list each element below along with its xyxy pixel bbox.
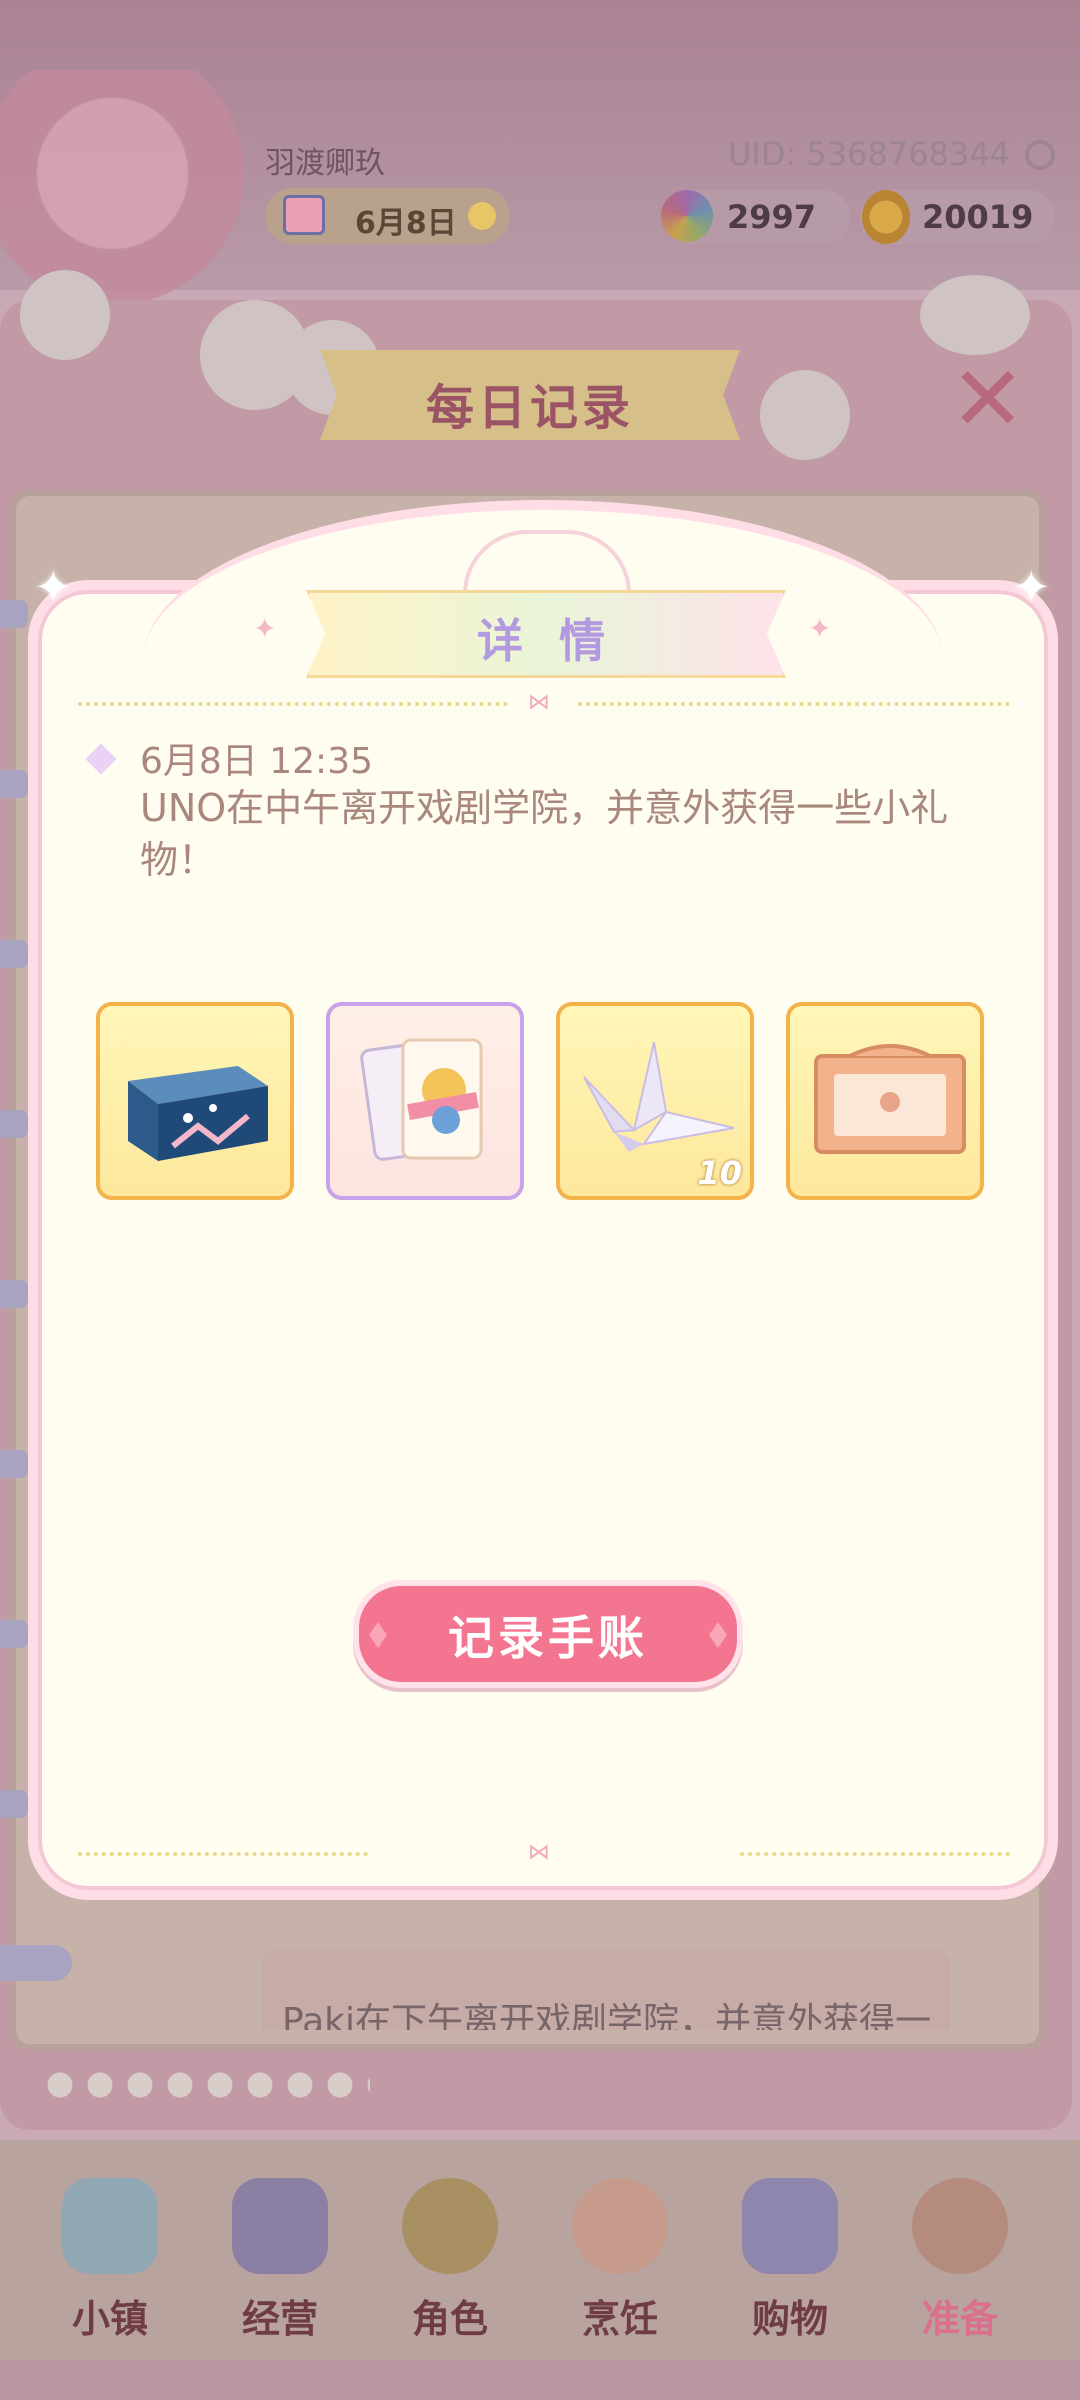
calendar-icon <box>283 195 325 235</box>
gem-counter[interactable]: 2997 <box>661 190 850 244</box>
date-text: 6月8日 <box>355 206 457 241</box>
divider <box>740 1852 1010 1856</box>
system-nav-bar <box>0 2360 1080 2400</box>
character-icon <box>402 2178 498 2274</box>
coin-icon <box>862 190 910 244</box>
nav-label: 烹饪 <box>581 2297 658 2341</box>
coin-counter[interactable]: 20019 <box>860 190 1055 244</box>
sparkle-icon: ✦ <box>34 560 73 614</box>
nav-label: 小镇 <box>71 2297 148 2341</box>
nav-item-cooking[interactable]: 烹饪 <box>540 2170 700 2370</box>
flower-decoration <box>760 370 850 460</box>
daily-record-title: 每日记录 <box>425 380 634 436</box>
record-journal-label: 记录手账 <box>448 1611 648 1665</box>
nav-item-character[interactable]: 角色 <box>370 2170 530 2370</box>
reward-item[interactable]: 10 <box>556 1002 754 1200</box>
bow-icon: ⋈ <box>528 690 550 715</box>
reward-item[interactable] <box>326 1002 524 1200</box>
book-tab <box>0 940 28 968</box>
nav-item-prepare[interactable]: 准备 <box>880 2170 1040 2370</box>
uid-copy-icon[interactable] <box>1025 140 1055 170</box>
book-tab <box>0 600 28 628</box>
divider <box>78 702 508 706</box>
coin-value: 20019 <box>922 198 1034 236</box>
sparkle-icon: ✦ <box>808 612 832 645</box>
record-journal-button[interactable]: 记录手账 <box>353 1580 743 1688</box>
bow-icon: ⋈ <box>528 1840 550 1865</box>
blue-gift-box-icon <box>128 1066 268 1161</box>
nav-label: 准备 <box>921 2297 998 2341</box>
daily-record-title-banner: 每日记录 <box>320 350 740 440</box>
partial-record-entry[interactable]: Paki在下午离开戏剧学院，并意外获得一 <box>262 1950 950 2030</box>
paper-crane-icon <box>583 1042 735 1152</box>
shopping-bag-icon <box>742 2178 838 2274</box>
playing-cards-icon <box>360 1038 483 1161</box>
stage-frame-icon <box>814 1044 966 1154</box>
shop-bag-icon <box>232 2178 328 2274</box>
reward-item[interactable] <box>786 1002 984 1200</box>
item-count: 10 <box>697 1154 742 1192</box>
nav-label: 经营 <box>241 2297 318 2341</box>
map-icon <box>62 2178 158 2274</box>
book-tab <box>0 1280 28 1308</box>
player-name: 羽渡卿玖 <box>265 146 385 181</box>
divider <box>78 1852 368 1856</box>
nav-label: 购物 <box>751 2297 828 2341</box>
flower-decoration <box>920 275 1030 355</box>
book-tab <box>0 1790 28 1818</box>
book-tab <box>0 1110 28 1138</box>
pearl-decoration <box>40 2065 370 2105</box>
detail-modal: ✦ ✦ ✦ ✦ 详 情 ⋈ 6月8日 12:35 UNO在中午离开戏剧学院，并意… <box>28 500 1058 1900</box>
detail-title: 详 情 <box>476 614 615 668</box>
sun-icon <box>468 202 496 230</box>
sparkle-icon: ✦ <box>253 612 277 645</box>
uid-label: UID: 5368768344 <box>727 135 1010 173</box>
player-avatar[interactable] <box>0 70 250 300</box>
basket-icon <box>912 2178 1008 2274</box>
nav-item-shopping[interactable]: 购物 <box>710 2170 870 2370</box>
nav-label: 角色 <box>411 2297 488 2341</box>
book-tab <box>0 770 28 798</box>
close-icon[interactable]: ✕ <box>950 355 1025 445</box>
ornament-decoration <box>463 530 631 594</box>
entry-time: 6月8日 12:35 <box>140 741 373 782</box>
book-tab <box>0 1620 28 1648</box>
detail-title-ribbon: 详 情 <box>306 590 786 678</box>
flower-decoration <box>20 270 110 360</box>
book-tab <box>0 1945 72 1981</box>
divider <box>578 702 1010 706</box>
sandwich-icon <box>572 2178 668 2274</box>
nav-item-business[interactable]: 经营 <box>200 2170 360 2370</box>
top-hud: 羽渡卿玖 UID: 5368768344 6月8日 2997 20019 <box>0 0 1080 300</box>
nav-item-town[interactable]: 小镇 <box>30 2170 190 2370</box>
gem-value: 2997 <box>727 198 817 236</box>
sparkle-icon: ✦ <box>1012 560 1051 614</box>
gem-icon <box>661 190 713 242</box>
reward-item[interactable] <box>96 1002 294 1200</box>
book-tab <box>0 1450 28 1478</box>
partial-record-text: Paki在下午离开戏剧学院，并意外获得一 <box>282 2001 932 2030</box>
entry-text: UNO在中午离开戏剧学院，并意外获得一些小礼物！ <box>140 786 949 882</box>
date-badge: 6月8日 <box>265 188 510 244</box>
